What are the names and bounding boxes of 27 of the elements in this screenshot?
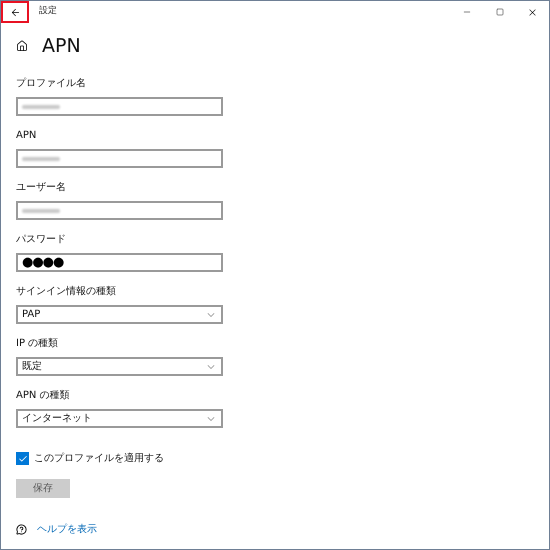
checkbox[interactable] <box>16 452 29 465</box>
maximize-icon <box>496 8 504 16</box>
field-label: パスワード <box>16 233 67 247</box>
help-link[interactable]: ヘルプを表示 <box>37 522 97 537</box>
help-icon <box>16 524 27 535</box>
input-field[interactable] <box>16 97 223 116</box>
checkbox-label: このプロファイルを適用する <box>34 452 164 466</box>
field-label: プロファイル名 <box>16 77 87 91</box>
field-label: APN <box>16 129 38 143</box>
close-icon <box>527 6 538 18</box>
dropdown[interactable]: PAP <box>16 305 223 324</box>
field-label: サインイン情報の種類 <box>16 285 117 299</box>
checkmark-icon <box>18 454 28 464</box>
save-button[interactable]: 保存 <box>16 479 70 498</box>
back-button[interactable] <box>1 1 29 23</box>
back-arrow-icon <box>10 6 20 18</box>
input-field[interactable] <box>16 201 223 220</box>
home-icon[interactable] <box>16 40 28 52</box>
input-field[interactable] <box>16 149 223 168</box>
page-title: APN <box>42 36 81 56</box>
window-title: 設定 <box>39 5 57 18</box>
field-label: IP の種類 <box>16 337 60 351</box>
dropdown[interactable]: 既定 <box>16 357 223 376</box>
field-label: ユーザー名 <box>16 181 67 195</box>
dropdown[interactable]: インターネット <box>16 409 223 428</box>
field-label: APN の種類 <box>16 389 71 403</box>
input-field[interactable]: ●●●● <box>16 253 223 272</box>
